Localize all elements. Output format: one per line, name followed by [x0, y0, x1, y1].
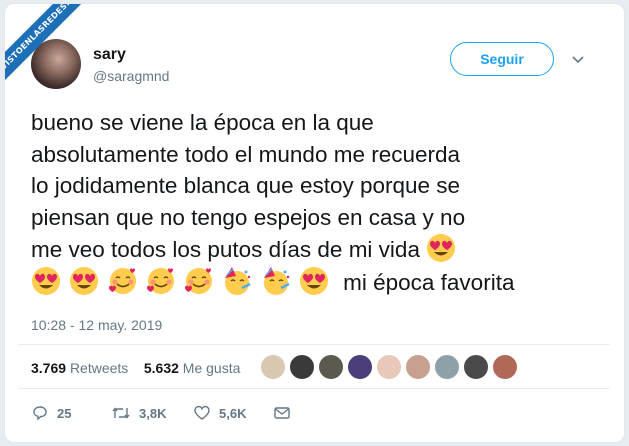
reply-action[interactable]: 25 [31, 404, 71, 422]
tweet-card: VISTOENLASREDES.COM sary @saragmnd Segui… [4, 3, 625, 443]
tweet-line: absolutamente todo el mundo me recuerda [31, 141, 461, 167]
retweets-label[interactable]: Retweets [70, 360, 128, 376]
liker-avatar[interactable] [318, 354, 344, 380]
tweet-text: bueno se viene la época en la que absolu… [31, 107, 601, 298]
smiling-hearts-emoji-icon [146, 267, 174, 294]
divider [19, 388, 610, 389]
tweet-last-text: mi época favorita [343, 269, 515, 295]
tweet-line-with-emoji: me veo todos los putos días de mi vida [31, 233, 601, 266]
liker-avatar[interactable] [289, 354, 315, 380]
liker-avatar[interactable] [492, 354, 518, 380]
tweet-line: bueno se viene la época en la que [31, 110, 374, 135]
tweet-line: piensan que no tengo espejos en casa y n… [31, 204, 466, 230]
divider [19, 344, 610, 345]
emoji-row: mi época favorita [31, 266, 601, 299]
tweet-line: lo jodidamente blanca que estoy porque s… [31, 173, 461, 198]
retweets-count[interactable]: 3.769 [31, 360, 66, 376]
chevron-down-icon[interactable] [571, 52, 585, 66]
heart-eyes-emoji-icon [427, 234, 456, 262]
retweet-icon [112, 407, 130, 419]
tweet-line: me veo todos los putos días de mi vida [31, 237, 420, 262]
message-action[interactable] [273, 404, 291, 422]
tweet-timestamp[interactable]: 10:28 - 12 may. 2019 [31, 317, 162, 333]
retweet-action[interactable]: 3,8K [111, 404, 166, 422]
retweet-count: 3,8K [139, 405, 167, 421]
liker-avatar[interactable] [463, 354, 489, 380]
reply-icon [33, 406, 47, 421]
smiling-hearts-emoji-icon [185, 267, 213, 294]
like-action[interactable]: 5,6K [193, 404, 246, 422]
user-name[interactable]: sary [93, 46, 126, 64]
heart-icon [194, 405, 210, 420]
user-handle[interactable]: @saragmnd [93, 68, 169, 84]
heart-eyes-emoji-icon [299, 266, 328, 295]
heart-eyes-emoji-icon [32, 266, 60, 295]
reply-count: 25 [57, 405, 72, 421]
partying-face-emoji-icon [225, 266, 251, 295]
follow-button[interactable]: Seguir [450, 42, 554, 76]
likes-label[interactable]: Me gusta [183, 360, 241, 376]
smiling-hearts-emoji-icon [108, 267, 136, 294]
partying-face-emoji-icon [263, 266, 290, 295]
envelope-icon [274, 407, 290, 419]
liker-avatar[interactable] [405, 354, 431, 380]
engagement-stats: 3.769 Retweets 5.632 Me gusta [31, 360, 240, 376]
liker-avatar[interactable] [347, 354, 373, 380]
like-count: 5,6K [219, 405, 247, 421]
heart-eyes-emoji-icon [70, 266, 99, 295]
liker-avatar[interactable] [260, 354, 286, 380]
likes-count[interactable]: 5.632 [144, 360, 179, 376]
liker-avatar[interactable] [376, 354, 402, 380]
liker-avatar[interactable] [434, 354, 460, 380]
